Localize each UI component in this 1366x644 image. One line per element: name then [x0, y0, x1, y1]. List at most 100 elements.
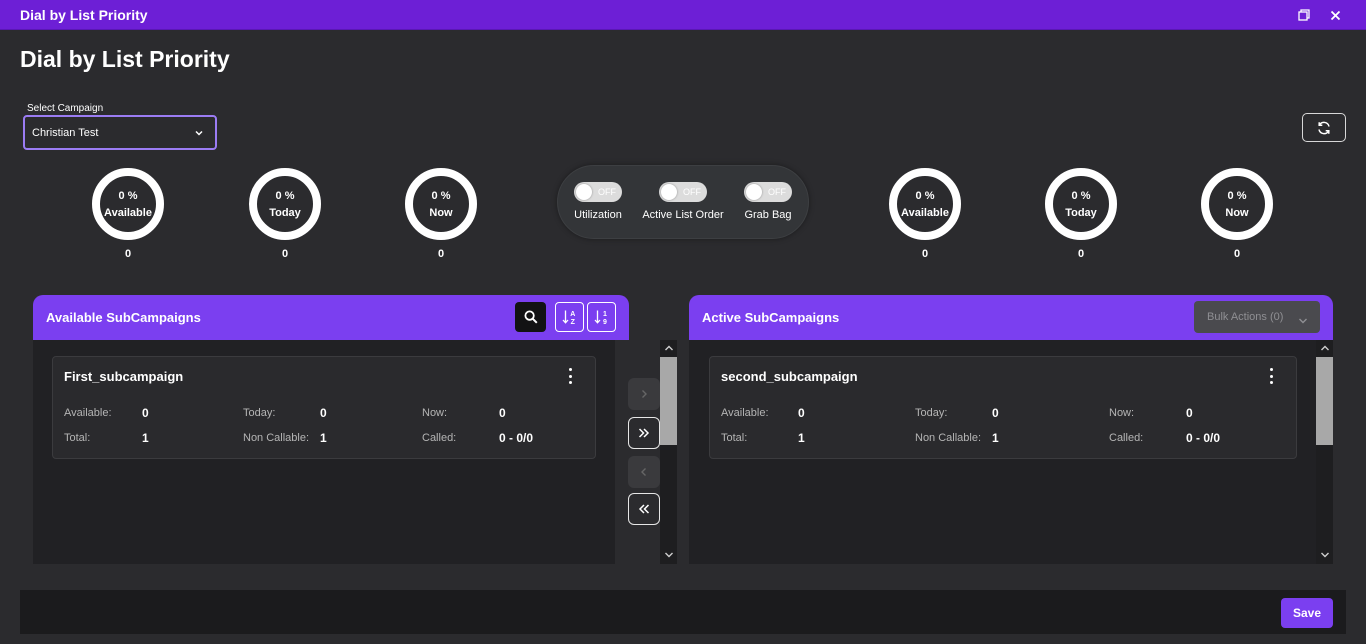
non-callable-value: 1 [992, 431, 999, 445]
scroll-up-icon[interactable] [1317, 341, 1333, 355]
toggle-state: OFF [683, 187, 701, 197]
toggle-panel: OFF Utilization OFF Active List Order OF… [557, 165, 809, 239]
non-callable-value: 1 [320, 431, 327, 445]
active-list-order-toggle[interactable]: OFF [659, 182, 707, 202]
subcampaign-name: second_subcampaign [721, 369, 858, 384]
scroll-down-icon[interactable] [1317, 548, 1333, 562]
gauge-today-right: 0 % Today [1045, 168, 1117, 240]
utilization-toggle[interactable]: OFF [574, 182, 622, 202]
gauge-percent: 0 % [431, 189, 451, 202]
toggle-state: OFF [598, 187, 616, 197]
total-value: 1 [142, 431, 149, 445]
now-label: Now: [1109, 407, 1135, 419]
gauge-count: 0 [1233, 248, 1241, 260]
today-label: Today: [243, 407, 276, 419]
available-scroll-thumb[interactable] [660, 357, 677, 445]
sort-numeric-icon: 1 9 [594, 310, 607, 326]
gauge-label: Available [104, 206, 152, 219]
available-value: 0 [142, 406, 149, 420]
active-panel-title: Active SubCampaigns [702, 310, 840, 325]
move-all-right-icon [638, 428, 650, 438]
window-title: Dial by List Priority [20, 7, 148, 23]
grab-bag-toggle[interactable]: OFF [744, 182, 792, 202]
non-callable-label: Non Callable: [915, 432, 982, 444]
gauge-label: Now [429, 206, 453, 219]
gauge-percent: 0 % [1227, 189, 1247, 202]
campaign-select-label: Select Campaign [27, 103, 104, 114]
gauge-percent: 0 % [1071, 189, 1091, 202]
today-value: 0 [992, 406, 999, 420]
gauge-available-left: 0 % Available [92, 168, 164, 240]
move-all-left-button[interactable] [628, 493, 660, 525]
today-value: 0 [320, 406, 327, 420]
available-value: 0 [798, 406, 805, 420]
called-label: Called: [422, 432, 457, 444]
subcampaign-name: First_subcampaign [64, 369, 184, 384]
restore-window-icon[interactable] [1294, 5, 1314, 25]
total-label: Total: [721, 432, 748, 444]
save-button[interactable]: Save [1281, 598, 1333, 628]
move-right-icon [642, 390, 647, 398]
total-label: Total: [64, 432, 91, 444]
move-all-left-icon [638, 504, 650, 514]
svg-text:Z: Z [570, 319, 575, 326]
move-all-right-button[interactable] [628, 417, 660, 449]
svg-text:9: 9 [603, 319, 607, 326]
campaign-select[interactable]: Christian Test [23, 115, 217, 150]
footer-bar [20, 590, 1346, 634]
gauge-percent: 0 % [275, 189, 295, 202]
grab-bag-label: Grab Bag [744, 209, 792, 221]
gauge-label: Today [269, 206, 301, 219]
total-value: 1 [798, 431, 805, 445]
available-label: Available: [721, 407, 769, 419]
bulk-actions-button[interactable]: Bulk Actions (0) [1194, 301, 1320, 333]
scroll-up-icon[interactable] [661, 341, 677, 355]
non-callable-label: Non Callable: [243, 432, 310, 444]
gauge-percent: 0 % [915, 189, 935, 202]
search-icon [524, 310, 538, 324]
refresh-icon [1318, 121, 1330, 134]
utilization-label: Utilization [574, 209, 622, 221]
search-button[interactable] [515, 302, 546, 332]
refresh-button[interactable] [1302, 113, 1346, 142]
move-right-button[interactable] [628, 378, 660, 410]
gauge-label: Now [1225, 206, 1249, 219]
sort-alpha-button[interactable]: A Z [555, 302, 584, 332]
active-list-order-label: Active List Order [642, 209, 724, 221]
close-icon[interactable] [1325, 5, 1345, 25]
svg-text:1: 1 [603, 311, 607, 318]
chevron-down-icon [193, 126, 205, 144]
window-titlebar: Dial by List Priority [0, 0, 1366, 30]
subcampaign-card[interactable]: First_subcampaign Available: 0 Today: 0 … [52, 356, 596, 459]
active-scroll-thumb[interactable] [1316, 357, 1333, 445]
gauge-count: 0 [437, 248, 445, 260]
called-value: 0 - 0/0 [499, 431, 534, 445]
now-value: 0 [499, 406, 506, 420]
toggle-knob [746, 184, 762, 200]
gauge-now-right: 0 % Now [1201, 168, 1273, 240]
toggle-knob [576, 184, 592, 200]
toggle-state: OFF [768, 187, 786, 197]
scroll-down-icon[interactable] [661, 548, 677, 562]
called-value: 0 - 0/0 [1186, 431, 1221, 445]
available-panel-title: Available SubCampaigns [46, 310, 201, 325]
gauge-now-left: 0 % Now [405, 168, 477, 240]
bulk-actions-label: Bulk Actions (0) [1207, 311, 1284, 323]
gauge-count: 0 [921, 248, 929, 260]
sort-numeric-button[interactable]: 1 9 [587, 302, 616, 332]
gauge-available-right: 0 % Available [889, 168, 961, 240]
kebab-menu-icon[interactable] [565, 368, 575, 384]
now-label: Now: [422, 407, 448, 419]
chevron-down-icon [1298, 312, 1308, 330]
gauge-count: 0 [124, 248, 132, 260]
svg-text:A: A [570, 311, 575, 318]
gauge-count: 0 [1077, 248, 1085, 260]
gauge-today-left: 0 % Today [249, 168, 321, 240]
called-label: Called: [1109, 432, 1144, 444]
today-label: Today: [915, 407, 948, 419]
kebab-menu-icon[interactable] [1266, 368, 1276, 384]
move-left-button[interactable] [628, 456, 660, 488]
gauge-label: Available [901, 206, 949, 219]
subcampaign-card[interactable]: second_subcampaign Available: 0 Today: 0… [709, 356, 1297, 459]
gauge-percent: 0 % [118, 189, 138, 202]
